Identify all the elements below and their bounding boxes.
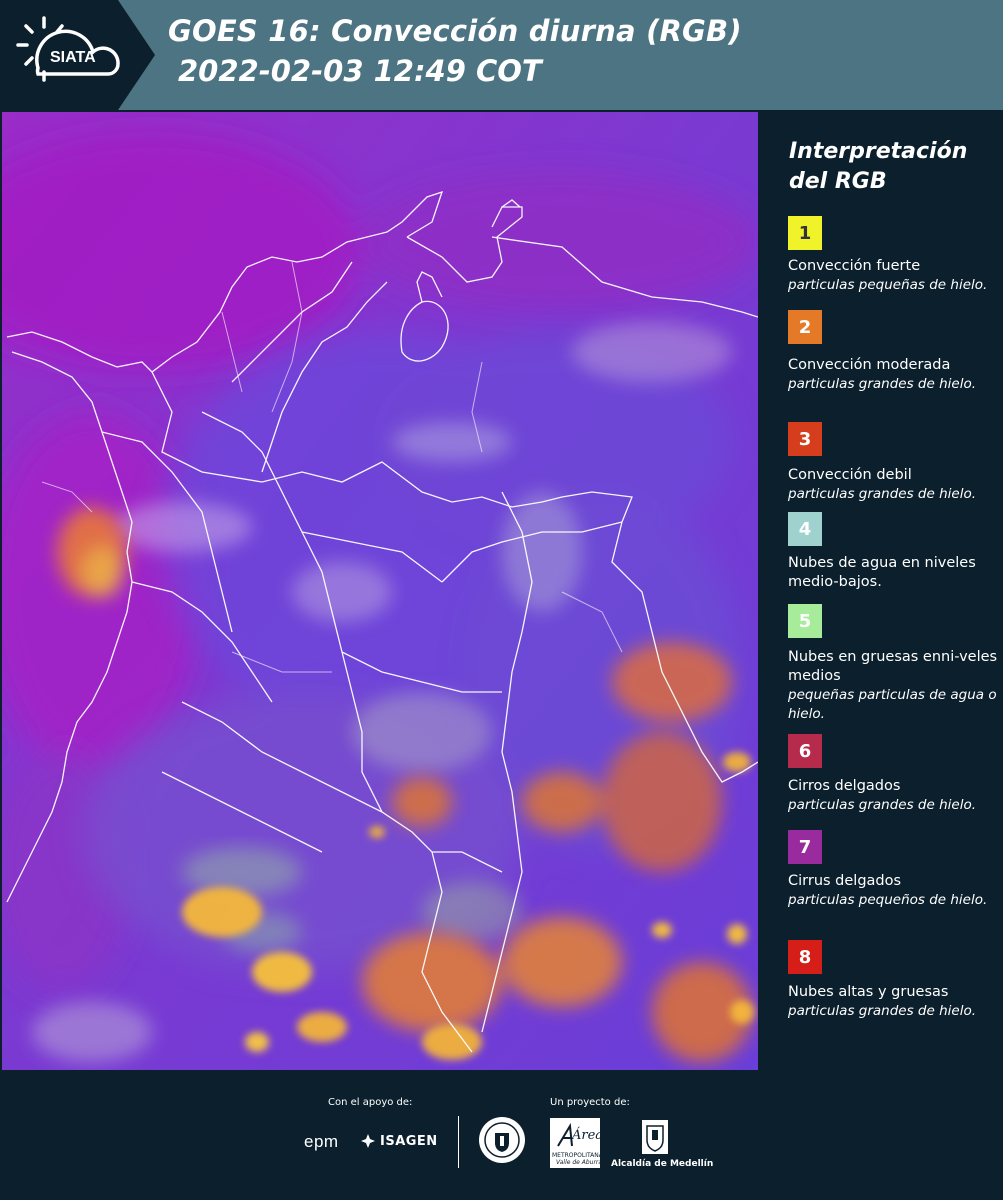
- isagen-icon: [360, 1133, 376, 1149]
- area-sub2: Valle de Aburrá: [556, 1159, 603, 1166]
- legend-swatch: 4: [788, 512, 822, 546]
- legend-sub: particulas grandes de hielo.: [788, 376, 976, 392]
- legend-item-6: 6 Cirros delgados particulas grandes de h…: [788, 734, 998, 815]
- legend-swatch: 2: [788, 310, 822, 344]
- legend-title-line2: del RGB: [789, 169, 887, 194]
- footer-divider: [458, 1116, 459, 1168]
- legend-sub: particulas pequeñas de hielo.: [788, 277, 988, 293]
- legend-label: Cirros delgados: [788, 778, 901, 794]
- legend-swatch: 1: [788, 216, 822, 250]
- footer: Con el apoyo de: Un proyecto de: epm ISA…: [0, 1070, 1003, 1200]
- legend-label: Convección debil: [788, 467, 912, 483]
- area-metropolitana-logo: Área METROPOLITANA Valle de Aburrá: [550, 1118, 604, 1168]
- timestamp: 2022-02-03 12:49 COT: [178, 54, 542, 88]
- legend-sub: particulas grandes de hielo.: [788, 797, 976, 813]
- page-title: GOES 16: Convección diurna (RGB): [168, 14, 742, 48]
- support-label: Con el apoyo de:: [328, 1097, 413, 1108]
- legend-sub: particulas grandes de hielo.: [788, 1003, 976, 1019]
- satellite-map: [2, 112, 758, 1070]
- legend-item-7: 7 Cirrus delgados particulas pequeños de …: [788, 830, 998, 910]
- legend-item-4: 4 Nubes de agua en niveles medio-bajos.: [788, 512, 998, 592]
- siata-logo: SIATA: [0, 0, 155, 110]
- project-label: Un proyecto de:: [550, 1097, 630, 1108]
- legend-label: Nubes en gruesas enni-veles medios: [788, 649, 998, 684]
- legend-item-8: 8 Nubes altas y gruesas particulas grande…: [788, 940, 998, 1021]
- legend-sub: particulas pequeños de hielo.: [788, 892, 988, 908]
- area-logo-text: Área: [572, 1128, 604, 1143]
- legend-label: Convección fuerte: [788, 258, 921, 274]
- legend-label: Convección moderada: [788, 357, 951, 373]
- area-sub1: METROPOLITANA: [552, 1152, 603, 1159]
- legend-title-line1: Interpretación: [789, 139, 968, 164]
- legend-item-5: 5 Nubes en gruesas enni-veles medios pequ…: [788, 604, 998, 724]
- legend-sub: pequeñas particulas de agua o hielo.: [788, 687, 997, 722]
- legend-label: Cirrus delgados: [788, 873, 902, 889]
- alcaldia-shield-icon: [640, 1118, 670, 1156]
- legend-swatch: 3: [788, 422, 822, 456]
- legend-swatch: 5: [788, 604, 822, 638]
- header-bar: SIATA GOES 16: Convección diurna (RGB) 2…: [0, 0, 1003, 110]
- legend-sub: particulas grandes de hielo.: [788, 486, 976, 502]
- alcaldia-label: Alcaldía de Medellín: [611, 1159, 714, 1169]
- legend-swatch: 8: [788, 940, 822, 974]
- legend-item-2: 2 Convección moderada particulas grandes …: [788, 310, 998, 394]
- legend-swatch: 7: [788, 830, 822, 864]
- legend-label: Nubes de agua en niveles medio-bajos.: [788, 555, 976, 590]
- legend-title: Interpretación del RGB: [789, 137, 967, 197]
- legend-swatch: 6: [788, 734, 822, 768]
- logo-text: SIATA: [50, 49, 96, 66]
- epm-logo: epm: [304, 1132, 339, 1151]
- legend-panel: Interpretación del RGB 1 Convección fuer…: [760, 112, 1003, 1070]
- medellin-seal-icon: [478, 1116, 526, 1164]
- legend-item-3: 3 Convección debil particulas grandes de …: [788, 422, 998, 504]
- isagen-logo: ISAGEN: [380, 1134, 438, 1149]
- legend-item-1: 1 Convección fuerte particulas pequeñas d…: [788, 216, 998, 295]
- legend-label: Nubes altas y gruesas: [788, 984, 949, 1000]
